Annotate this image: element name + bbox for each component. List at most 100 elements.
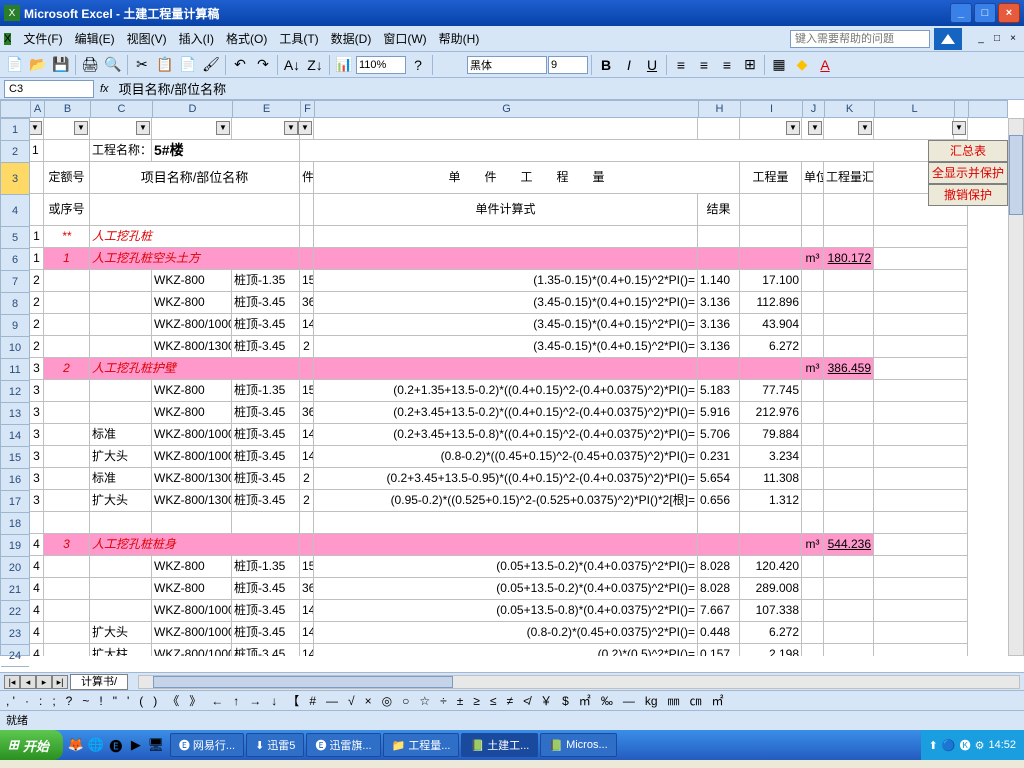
cell[interactable]: 件数	[300, 162, 314, 194]
cell[interactable]: 289.008	[740, 578, 802, 600]
cell[interactable]: 8.028	[698, 578, 740, 600]
cell[interactable]	[300, 194, 314, 226]
cell[interactable]	[874, 578, 968, 600]
cell[interactable]: 1	[30, 140, 44, 162]
col-header[interactable]	[1, 101, 31, 117]
filter-arrow[interactable]: ▼	[136, 121, 150, 135]
cell[interactable]: 386.459	[824, 358, 874, 380]
chart-button[interactable]: 📊	[333, 54, 355, 76]
cell[interactable]: 107.338	[740, 600, 802, 622]
cell[interactable]	[874, 336, 968, 358]
cell[interactable]: WKZ-800/1000	[152, 644, 232, 656]
merge-button[interactable]: ⊞	[739, 54, 761, 76]
col-header[interactable]: G	[315, 101, 699, 117]
maximize-button[interactable]: □	[974, 3, 996, 23]
cell[interactable]	[90, 380, 152, 402]
cell[interactable]	[314, 226, 698, 248]
cell[interactable]: 扩大头	[90, 622, 152, 644]
cell[interactable]	[802, 446, 824, 468]
cell[interactable]: 3.136	[698, 314, 740, 336]
cell[interactable]	[44, 490, 90, 512]
cell[interactable]	[740, 248, 802, 270]
cell[interactable]: 人工挖孔桩桩身	[90, 534, 300, 556]
cell[interactable]	[824, 380, 874, 402]
cell[interactable]: 36	[300, 578, 314, 600]
doc-minimize[interactable]: _	[974, 32, 988, 46]
doc-close[interactable]: ×	[1006, 32, 1020, 46]
cell[interactable]: 2	[300, 336, 314, 358]
cell[interactable]: 0.448	[698, 622, 740, 644]
cell[interactable]: WKZ-800	[152, 380, 232, 402]
cell[interactable]: 4	[30, 556, 44, 578]
cell[interactable]: 4	[30, 534, 44, 556]
col-header[interactable]: A	[31, 101, 45, 117]
sort-asc-button[interactable]: A↓	[281, 54, 303, 76]
symbol-btn[interactable]: ·	[25, 694, 29, 708]
cell[interactable]	[824, 600, 874, 622]
cell[interactable]: 2	[300, 468, 314, 490]
cell[interactable]: WKZ-800/1000	[152, 446, 232, 468]
cell[interactable]	[802, 622, 824, 644]
cell[interactable]: (3.45-0.15)*(0.4+0.15)^2*PI()=	[314, 336, 698, 358]
undo-button[interactable]: ↶	[229, 54, 251, 76]
cell[interactable]: 2	[300, 490, 314, 512]
symbol-btn[interactable]: 【	[287, 692, 299, 709]
cell[interactable]	[802, 270, 824, 292]
cell[interactable]	[824, 622, 874, 644]
row-header[interactable]: 6	[1, 249, 29, 271]
col-header[interactable]	[955, 101, 969, 117]
cell[interactable]: 4	[30, 622, 44, 644]
cell[interactable]: (3.45-0.15)*(0.4+0.15)^2*PI()=	[314, 314, 698, 336]
cell[interactable]: 15	[300, 380, 314, 402]
row-header[interactable]: 14	[1, 425, 29, 447]
menu-help[interactable]: 帮助(H)	[433, 28, 486, 49]
symbol-btn[interactable]: —	[326, 694, 338, 708]
cell[interactable]: 5.654	[698, 468, 740, 490]
symbol-btn[interactable]: ↓	[271, 694, 277, 708]
cell[interactable]: 工程名称：	[90, 140, 152, 162]
cell[interactable]: 14	[300, 446, 314, 468]
horizontal-scrollbar[interactable]	[138, 675, 1020, 689]
cell[interactable]: 4	[30, 600, 44, 622]
menu-view[interactable]: 视图(V)	[121, 28, 173, 49]
bold-button[interactable]: B	[595, 54, 617, 76]
cell[interactable]: (0.8-0.2)*((0.45+0.15)^2-(0.45+0.0375)^2…	[314, 446, 698, 468]
cell[interactable]: 36	[300, 402, 314, 424]
cell[interactable]: WKZ-800	[152, 578, 232, 600]
cell[interactable]: 5.183	[698, 380, 740, 402]
cell[interactable]: m³	[802, 358, 824, 380]
help-button[interactable]: ?	[407, 54, 429, 76]
row-header[interactable]: 10	[1, 337, 29, 359]
cell[interactable]	[740, 534, 802, 556]
start-button[interactable]: ⊞ 开始	[0, 730, 63, 760]
col-header[interactable]: L	[875, 101, 955, 117]
cell[interactable]: 2	[44, 358, 90, 380]
cell[interactable]	[824, 292, 874, 314]
taskbar-item[interactable]: ⬇ 迅雷5	[246, 733, 304, 757]
help-search-input[interactable]	[790, 30, 930, 48]
cell[interactable]	[44, 402, 90, 424]
cell[interactable]	[90, 556, 152, 578]
symbol-btn[interactable]: $	[562, 694, 569, 708]
tray-icon[interactable]: 🔵	[942, 739, 956, 752]
cell[interactable]	[90, 600, 152, 622]
symbol-btn[interactable]: ×	[365, 694, 372, 708]
symbol-btn[interactable]: ㎡	[579, 692, 591, 709]
symbol-btn[interactable]: ○	[402, 694, 409, 708]
italic-button[interactable]: I	[618, 54, 640, 76]
cell[interactable]	[874, 402, 968, 424]
cell[interactable]	[44, 644, 90, 656]
cell[interactable]	[698, 534, 740, 556]
cell[interactable]	[314, 358, 698, 380]
cell[interactable]: 5.706	[698, 424, 740, 446]
taskbar-item[interactable]: 📁 工程量...	[383, 733, 460, 757]
cell[interactable]: 11.308	[740, 468, 802, 490]
cell[interactable]: 标准	[90, 468, 152, 490]
cell[interactable]: 120.420	[740, 556, 802, 578]
cell[interactable]	[824, 336, 874, 358]
cell[interactable]	[740, 226, 802, 248]
cell[interactable]: 15	[300, 270, 314, 292]
show-protect-button[interactable]: 全显示并保护	[928, 162, 1008, 184]
cell[interactable]: 结果	[698, 194, 740, 226]
tab-prev[interactable]: ◂	[20, 675, 36, 689]
